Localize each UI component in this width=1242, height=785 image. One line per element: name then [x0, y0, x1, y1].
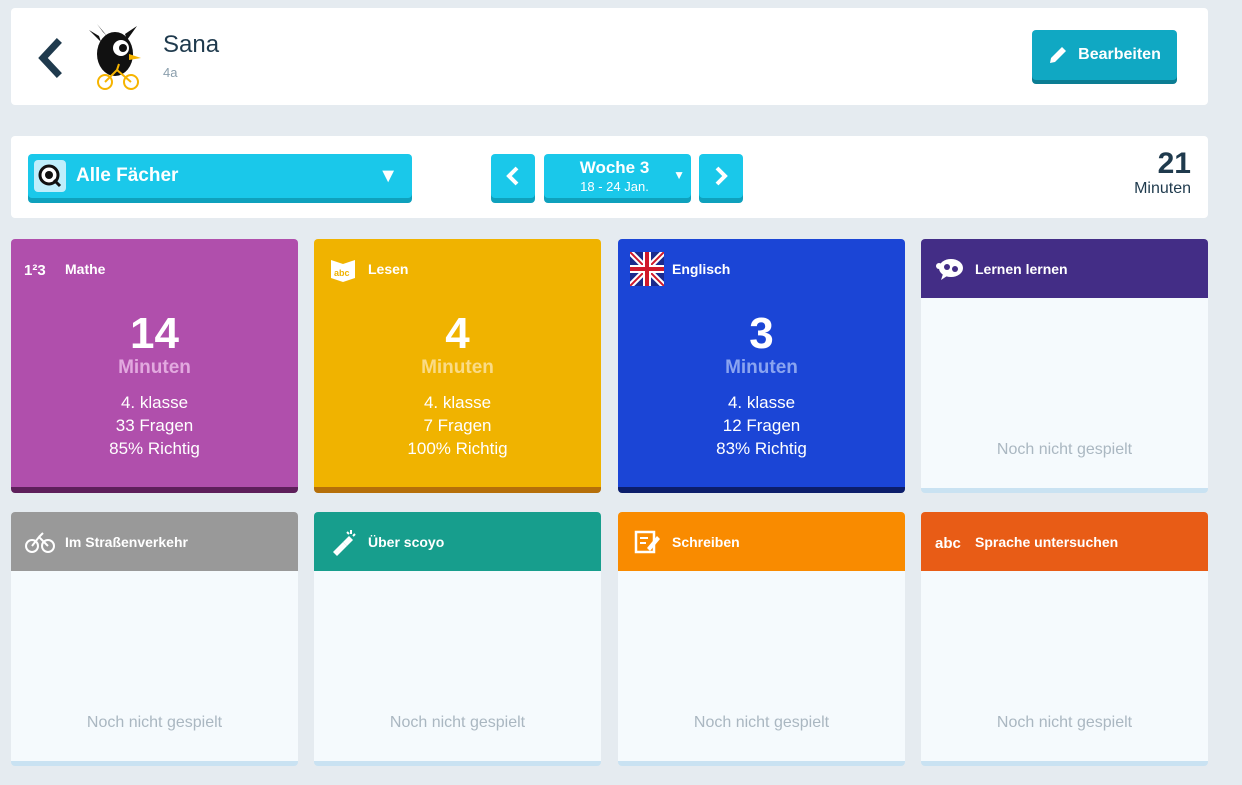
- subject-card-strassenverkehr[interactable]: Im Straßenverkehr Noch nicht gespielt: [11, 512, 298, 766]
- subject-card-ueber-scoyo[interactable]: Über scoyo Noch nicht gespielt: [314, 512, 601, 766]
- abc-book-icon: abc: [326, 252, 360, 286]
- card-empty-text: Noch nicht gespielt: [389, 714, 526, 731]
- scoyo-logo-icon: [34, 160, 66, 192]
- caret-down-icon: ▼: [378, 164, 398, 187]
- chevron-left-icon: [38, 38, 62, 78]
- week-range: 18 - 24 Jan.: [580, 179, 649, 194]
- flashlight-icon: [326, 525, 360, 559]
- total-minutes-unit: Minuten: [1134, 180, 1191, 197]
- card-grade: 4. klasse: [727, 393, 796, 412]
- card-empty-text: Noch nicht gespielt: [86, 714, 223, 731]
- week-dropdown[interactable]: Woche 3 18 - 24 Jan. ▼: [544, 154, 691, 198]
- avatar: [85, 24, 149, 90]
- uk-flag-icon: [630, 251, 664, 286]
- card-title: Mathe: [65, 260, 106, 277]
- next-week-button[interactable]: [699, 154, 743, 198]
- card-title: Englisch: [672, 260, 731, 277]
- back-button[interactable]: [35, 38, 65, 78]
- card-questions: 12 Fragen: [722, 416, 801, 435]
- numbers-icon: 1²3: [23, 252, 57, 286]
- chevron-left-icon: [506, 166, 519, 186]
- total-minutes: 21 Minuten: [1134, 148, 1191, 198]
- student-name: Sana: [163, 31, 220, 58]
- subject-card-lesen[interactable]: abc Lesen 4 Minuten 4. klasse 7 Fragen 1…: [314, 239, 601, 493]
- chevron-right-icon: [715, 166, 728, 186]
- svg-text:1²3: 1²3: [24, 262, 46, 279]
- subject-dropdown[interactable]: Alle Fächer ▼: [28, 154, 412, 198]
- card-minutes-unit: Minuten: [118, 357, 191, 378]
- edit-button-label: Bearbeiten: [1078, 46, 1161, 63]
- card-correct: 85% Richtig: [109, 439, 200, 458]
- card-correct: 100% Richtig: [407, 439, 508, 458]
- card-title: Lernen lernen: [975, 260, 1068, 277]
- card-empty-text: Noch nicht gespielt: [996, 714, 1133, 731]
- card-empty-text: Noch nicht gespielt: [996, 441, 1133, 458]
- card-title: Im Straßenverkehr: [65, 533, 188, 550]
- week-title: Woche 3: [579, 158, 650, 177]
- card-minutes: 4: [445, 309, 470, 358]
- card-title: Lesen: [368, 260, 409, 277]
- card-grade: 4. klasse: [120, 393, 189, 412]
- card-questions: 33 Fragen: [115, 416, 194, 435]
- card-minutes-unit: Minuten: [725, 357, 798, 378]
- card-title: Über scoyo: [368, 533, 445, 550]
- subject-card-englisch[interactable]: Englisch 3 Minuten 4. klasse 12 Fragen 8…: [618, 239, 905, 493]
- edit-button[interactable]: Bearbeiten: [1032, 30, 1177, 80]
- pencil-icon: [1050, 47, 1067, 63]
- card-minutes: 3: [749, 309, 774, 358]
- brain-gears-icon: [933, 252, 967, 286]
- card-title: Schreiben: [672, 533, 740, 550]
- student-class: 4a: [163, 65, 178, 80]
- previous-week-button[interactable]: [491, 154, 535, 198]
- svg-text:abc: abc: [935, 535, 961, 552]
- card-empty-text: Noch nicht gespielt: [693, 714, 830, 731]
- svg-text:abc: abc: [334, 268, 350, 278]
- abc-icon: abc: [933, 525, 967, 559]
- subject-card-sprache-untersuchen[interactable]: abc Sprache untersuchen Noch nicht gespi…: [921, 512, 1208, 766]
- subject-card-mathe[interactable]: 1²3 Mathe 14 Minuten 4. klasse 33 Fragen…: [11, 239, 298, 493]
- subject-dropdown-label: Alle Fächer: [76, 165, 179, 186]
- subject-card-schreiben[interactable]: Schreiben Noch nicht gespielt: [618, 512, 905, 766]
- card-minutes: 14: [130, 309, 179, 358]
- subject-card-lernen-lernen[interactable]: Lernen lernen Noch nicht gespielt: [921, 239, 1208, 493]
- bicycle-icon: [23, 525, 57, 559]
- card-title: Sprache untersuchen: [975, 533, 1119, 550]
- card-questions: 7 Fragen: [423, 416, 492, 435]
- card-minutes-unit: Minuten: [421, 357, 494, 378]
- student-header: Sana 4a Bearbeiten: [11, 8, 1208, 105]
- card-correct: 83% Richtig: [716, 439, 807, 458]
- total-minutes-value: 21: [1157, 147, 1191, 180]
- filter-bar: Alle Fächer ▼ Woche 3 18 - 24 Jan. ▼ 21 …: [11, 136, 1208, 218]
- card-grade: 4. klasse: [423, 393, 492, 412]
- caret-down-icon: ▼: [673, 168, 685, 182]
- writing-icon: [630, 525, 664, 559]
